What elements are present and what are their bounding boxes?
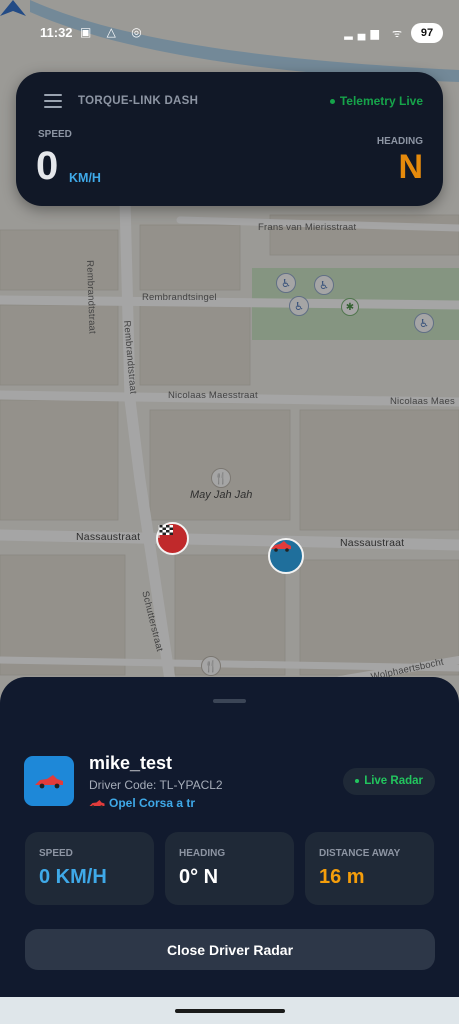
signal-wifi-icon: ▂▄▆ ᯤ [344,28,407,40]
checkered-flag-marker[interactable] [156,522,189,555]
stat-heading-card: HEADING 0° N [165,832,294,905]
stat-distance-value: 16 m [319,866,365,888]
telemetry-status: Telemetry Live [329,94,423,108]
stat-speed-value: 0 KM/H [39,866,107,888]
battery-indicator: 97 [411,23,443,43]
race-car-icon [89,799,105,808]
system-nav-bar [0,997,459,1024]
driver-car-marker[interactable] [268,538,304,574]
speed-value: 0 [36,144,59,188]
home-indicator[interactable] [175,1009,285,1013]
live-dot-icon [329,99,335,105]
close-driver-radar-button[interactable]: Close Driver Radar [25,929,435,970]
driver-code: Driver Code: TL-YPACL2 [89,778,223,792]
status-bar: 11:32 ▣ △ ◎ ▂▄▆ ᯤ 97 [0,20,459,46]
stat-speed-card: SPEED 0 KM/H [25,832,154,905]
driver-car-label: Opel Corsa a tr [109,796,196,810]
live-radar-badge: Live Radar [343,768,435,795]
driver-avatar [24,756,74,806]
driver-radar-sheet: mike_test Driver Code: TL-YPACL2 Opel Co… [0,677,459,997]
driver-name: mike_test [89,753,173,773]
live-dot-icon [355,778,360,783]
stat-heading-label: HEADING [179,848,226,859]
status-time: 11:32 [40,25,73,40]
stat-distance-card: DISTANCE AWAY 16 m [305,832,434,905]
stat-distance-label: DISTANCE AWAY [319,848,401,859]
heading-value: N [398,148,423,186]
stat-heading-value: 0° N [179,866,219,888]
speed-unit: KM/H [69,171,101,185]
menu-icon[interactable] [44,94,62,109]
heading-label: HEADING [376,136,423,147]
notification-icons: ▣ △ ◎ [80,25,148,39]
race-car-icon [35,775,63,789]
driver-car: Opel Corsa a tr [89,796,195,810]
checkered-flag-icon [158,525,173,538]
telemetry-dash-card: TORQUE-LINK DASH Telemetry Live SPEED 0 … [16,72,443,206]
sheet-drag-handle[interactable] [213,699,246,703]
race-car-icon [271,541,291,552]
dash-title: TORQUE-LINK DASH [78,95,199,107]
stat-speed-label: SPEED [39,848,73,859]
speed-label: SPEED [38,129,72,140]
